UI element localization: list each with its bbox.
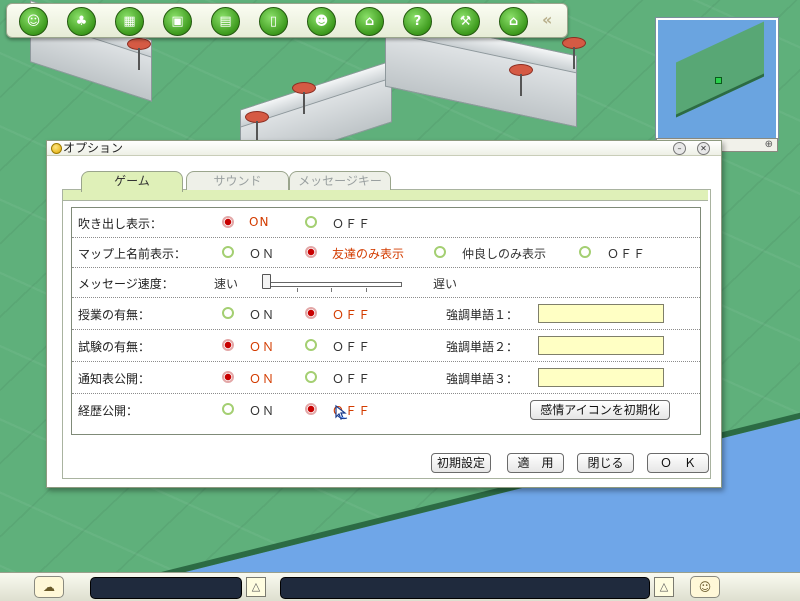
profile-icon[interactable]: ☺	[19, 7, 48, 36]
character-icon[interactable]: ♣	[67, 7, 96, 36]
keyword-1-input[interactable]	[538, 304, 664, 323]
report-off-radio[interactable]	[305, 371, 317, 383]
option-label: メッセージ速度：	[78, 277, 174, 291]
chat-target-up-button[interactable]: △	[246, 577, 266, 597]
slider-thumb[interactable]	[262, 274, 271, 289]
map-names-close-friends-label: 仲良しのみ表示	[462, 247, 547, 261]
phone-icon[interactable]: ▯	[259, 7, 288, 36]
emotion-icon[interactable]: ☺	[690, 576, 720, 598]
game-options-list: 吹き出し表示： ON ＯＦＦ マップ上名前表示： ＯＮ 友達のみ表示 仲良しのみ…	[71, 207, 701, 435]
keyword-1-label: 強調単語１：	[446, 308, 519, 322]
history-on-label: ＯＮ	[249, 404, 276, 418]
reset-emotion-icons-button[interactable]: 感情アイコンを初期化	[530, 400, 670, 420]
tab-sound[interactable]: サウンド	[186, 171, 289, 191]
chat-input[interactable]	[280, 577, 650, 599]
history-off-label: ＯＦＦ	[332, 404, 372, 418]
options-window: オプション – ✕ ゲーム サウンド メッセージキー 吹き出し表示： ON ＯＦ…	[46, 140, 722, 488]
whiteboard-icon[interactable]: ▤	[211, 7, 240, 36]
window-titlebar[interactable]: オプション – ✕	[47, 141, 721, 156]
minimap[interactable]	[655, 17, 779, 141]
window-status-icon	[51, 143, 62, 154]
map-names-off-label: ＯＦＦ	[607, 247, 647, 261]
bottom-bar: ☁ △ △ ☺	[0, 572, 800, 601]
class-on-radio[interactable]	[222, 307, 234, 319]
chat-bubble-icon[interactable]: ☁	[34, 576, 64, 598]
window-title: オプション	[63, 141, 124, 155]
player-marker-icon	[715, 77, 722, 84]
stool	[292, 82, 316, 114]
speed-fast-label: 速い	[214, 277, 239, 291]
stool	[509, 64, 533, 96]
keyword-3-label: 強調単語３：	[446, 372, 519, 386]
balloon-on-radio[interactable]	[222, 216, 234, 228]
report-off-label: ＯＦＦ	[332, 372, 372, 386]
history-on-radio[interactable]	[222, 403, 234, 415]
balloon-off-label: ＯＦＦ	[332, 217, 372, 231]
option-row-history: 経歴公開： ＯＮ ＯＦＦ 感情アイコンを初期化	[72, 394, 700, 424]
message-speed-slider[interactable]	[262, 282, 402, 292]
keyword-3-input[interactable]	[538, 368, 664, 387]
clapperboard-icon[interactable]: ▦	[115, 7, 144, 36]
option-row-class: 授業の有無： ＯＮ ＯＦＦ 強調単語１：	[72, 298, 700, 330]
school-icon[interactable]: ⌂	[355, 7, 384, 36]
tab-game[interactable]: ゲーム	[81, 171, 183, 192]
option-label: マップ上名前表示：	[78, 247, 187, 261]
tab-message-key[interactable]: メッセージキー	[289, 171, 391, 191]
balloon-on-label: ON	[249, 215, 270, 229]
stool	[562, 37, 586, 69]
tools-icon[interactable]: ⚒	[451, 7, 480, 36]
map-names-on-label: ＯＮ	[249, 247, 276, 261]
main-toolbar: ☺ ♣ ▦ ▣ ▤ ▯ ☻ ⌂? ⚒ ⌂ «	[6, 3, 568, 38]
history-off-radio[interactable]	[305, 403, 317, 415]
keyword-2-label: 強調単語２：	[446, 340, 519, 354]
option-label: 試験の有無：	[78, 340, 151, 354]
stool	[245, 111, 269, 143]
option-label: 通知表公開：	[78, 372, 151, 386]
apply-button[interactable]: 適 用	[507, 453, 564, 473]
exam-on-label: ＯＮ	[249, 340, 276, 354]
map-names-on-radio[interactable]	[222, 246, 234, 258]
help-icon[interactable]: ?	[403, 7, 432, 36]
class-off-label: ＯＦＦ	[332, 308, 372, 322]
option-row-balloon: 吹き出し表示： ON ＯＦＦ	[72, 208, 700, 238]
keyword-2-input[interactable]	[538, 336, 664, 355]
exam-off-radio[interactable]	[305, 339, 317, 351]
report-on-label: ＯＮ	[249, 372, 276, 386]
speed-slow-label: 遅い	[433, 277, 458, 291]
map-names-friends-radio[interactable]	[305, 246, 317, 258]
option-row-message-speed: メッセージ速度： 速い 遅い	[72, 268, 700, 298]
map-names-close-friends-radio[interactable]	[434, 246, 446, 258]
option-label: 吹き出し表示：	[78, 217, 163, 231]
balloon-off-radio[interactable]	[305, 216, 317, 228]
chat-target-field[interactable]	[90, 577, 242, 599]
ok-button[interactable]: Ｏ Ｋ	[647, 453, 709, 473]
stool	[127, 38, 151, 70]
option-row-report: 通知表公開： ＯＮ ＯＦＦ 強調単語３：	[72, 362, 700, 394]
defaults-button[interactable]: 初期設定	[431, 453, 491, 473]
close-button[interactable]: ✕	[697, 142, 710, 155]
map-names-off-radio[interactable]	[579, 246, 591, 258]
collapse-toolbar-icon[interactable]: «	[542, 10, 562, 30]
option-label: 授業の有無：	[78, 308, 151, 322]
report-on-radio[interactable]	[222, 371, 234, 383]
option-row-map-names: マップ上名前表示： ＯＮ 友達のみ表示 仲良しのみ表示 ＯＦＦ	[72, 238, 700, 268]
friends-icon[interactable]: ☻	[307, 7, 336, 36]
exam-off-label: ＯＦＦ	[332, 340, 372, 354]
map-names-friends-label: 友達のみ表示	[332, 247, 405, 261]
chat-history-up-button[interactable]: △	[654, 577, 674, 597]
minimap-floor	[676, 21, 764, 118]
home-icon[interactable]: ⌂	[499, 7, 528, 36]
option-row-exam: 試験の有無： ＯＮ ＯＦＦ 強調単語２：	[72, 330, 700, 362]
class-off-radio[interactable]	[305, 307, 317, 319]
gift-box-icon[interactable]: ▣	[163, 7, 192, 36]
zoom-in-icon[interactable]: ⊕	[765, 139, 773, 150]
minimize-button[interactable]: –	[673, 142, 686, 155]
option-label: 経歴公開：	[78, 404, 139, 418]
class-on-label: ＯＮ	[249, 308, 276, 322]
exam-on-radio[interactable]	[222, 339, 234, 351]
close-dialog-button[interactable]: 閉じる	[577, 453, 634, 473]
